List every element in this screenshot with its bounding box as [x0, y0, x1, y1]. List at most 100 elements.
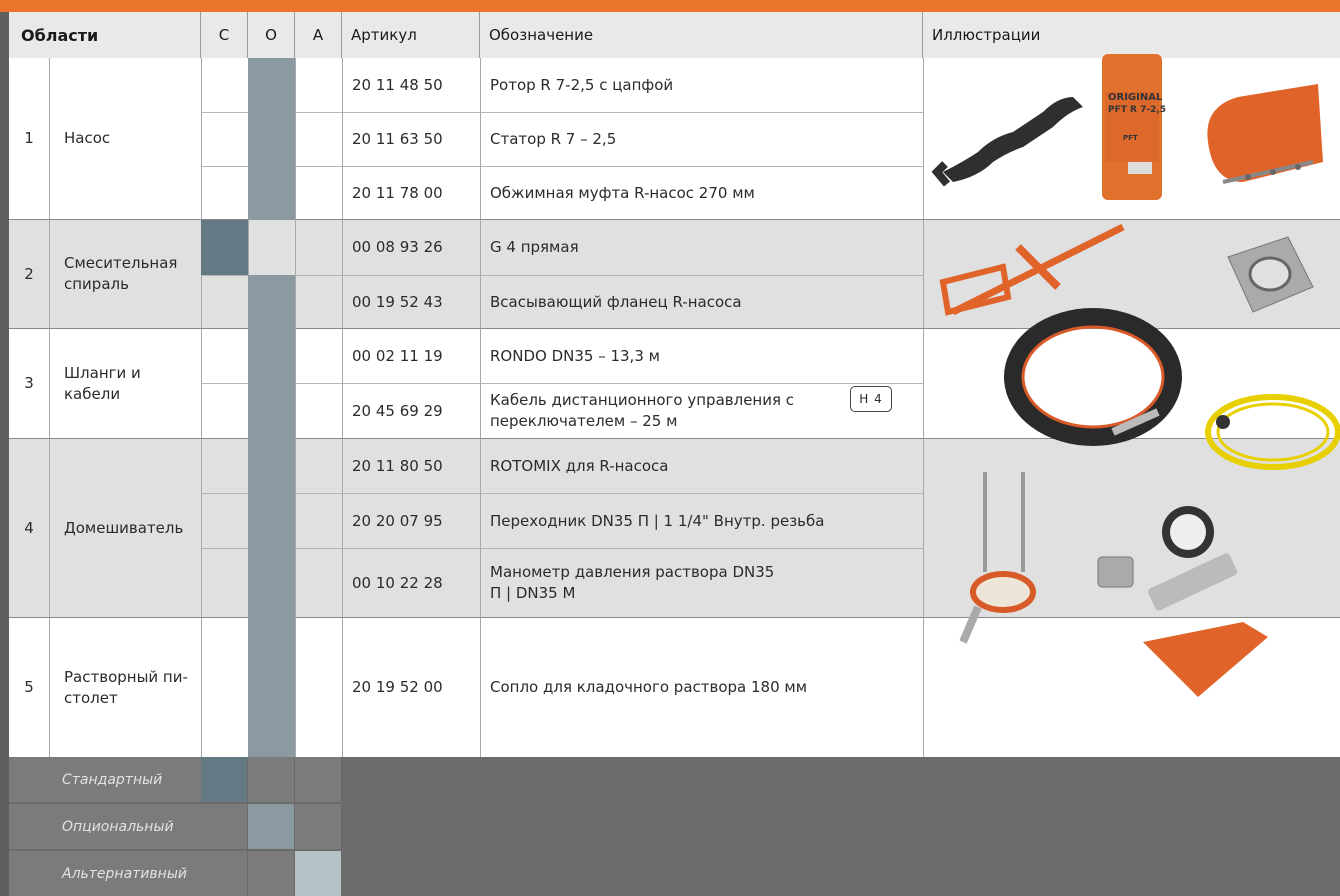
article-cell: 20 11 48 50: [342, 58, 480, 112]
article-cell: 00 19 52 43: [342, 275, 480, 329]
legend-empty-swatch: [295, 757, 342, 802]
legend-empty-swatch: [248, 851, 295, 896]
section-name-text: Смесительная спираль: [64, 254, 178, 293]
article-cell: 20 19 52 00: [342, 618, 480, 757]
header-a: А: [295, 12, 342, 58]
cell-o: [248, 220, 295, 275]
article-cell: 20 20 07 95: [342, 493, 480, 548]
section-number: 5: [9, 618, 49, 757]
cell-a: [295, 548, 342, 618]
clamp-sleeve-icon: [1207, 84, 1323, 184]
legend-alternative-label: Альтернативный: [9, 851, 201, 896]
article-cell: 00 08 93 26: [342, 220, 480, 275]
article-cell: 20 11 80 50: [342, 439, 480, 493]
stator-label-3: PFT: [1123, 134, 1138, 142]
cell-o: [248, 548, 295, 618]
cell-c: [201, 58, 248, 112]
designation-cell: Статор R 7 – 2,5: [480, 112, 923, 166]
section-number: 2: [9, 220, 49, 329]
article-cell: 00 10 22 28: [342, 548, 480, 618]
legend-empty-swatch: [248, 757, 295, 802]
cell-a: [295, 166, 342, 220]
header-o: О: [248, 12, 295, 58]
designation-cell: G 4 прямая: [480, 220, 923, 275]
section-name: Смесительная спираль: [49, 220, 201, 329]
legend-standard-swatch: [201, 757, 248, 802]
designation-text: Кабель дистанционного управления с перек…: [490, 391, 795, 430]
header-c: С: [201, 12, 248, 58]
legend-empty-swatch: [201, 851, 248, 896]
h4-badge: H 4: [850, 386, 892, 412]
section-name: Домешиватель: [49, 439, 201, 618]
stator-icon: ORIGINAL PFT R 7-2,5 PFT: [1102, 54, 1166, 200]
designation-cell: Всасывающий фланец R-насоса: [480, 275, 923, 329]
designation-cell: ROTOMIX для R-насоса: [480, 439, 923, 493]
section-name-text: Растворный пи-столет: [64, 667, 188, 707]
cell-o: [248, 439, 295, 493]
section-name: Насос: [49, 58, 201, 220]
cell-o: [248, 58, 295, 112]
suction-flange-icon: [1227, 236, 1314, 313]
designation-cell: Манометр давления раствора DN35 П | DN35…: [480, 548, 923, 618]
cell-o: [248, 112, 295, 166]
designation-cell: Сопло для кладочного раствора 180 мм: [480, 618, 923, 757]
cell-c: [201, 220, 248, 275]
mixing-spiral-icon: [939, 223, 1125, 316]
nozzle-icon: [1143, 622, 1268, 697]
cell-a: [295, 220, 342, 275]
legend-empty-swatch: [201, 804, 248, 849]
cable-icon: [1205, 394, 1340, 470]
cell-o: [248, 275, 295, 329]
stator-label-2: PFT R 7-2,5: [1108, 105, 1166, 115]
parts-table: Области С О А Артикул Обозначение Иллюст…: [9, 12, 1340, 757]
designation-cell: RONDO DN35 – 13,3 м: [480, 329, 923, 383]
legend-optional-swatch: [248, 804, 295, 849]
cell-c: [201, 618, 248, 757]
cell-c: [201, 548, 248, 618]
section-name: Шланги и кабели: [49, 329, 201, 439]
article-cell: 20 11 78 00: [342, 166, 480, 220]
cell-o: [248, 329, 295, 383]
article-cell: 20 45 69 29: [342, 383, 480, 439]
adapter-icon: [1097, 556, 1134, 588]
cell-o: [248, 618, 295, 757]
left-edge-stripe: [0, 12, 9, 896]
legend-empty-swatch: [295, 804, 342, 849]
header-designation: Обозначение: [480, 12, 923, 58]
designation-cell: Переходник DN35 П | 1 1/4" Внутр. резьба: [480, 493, 923, 548]
section-number: 4: [9, 439, 49, 618]
cell-a: [295, 493, 342, 548]
legend-optional-label: Опциональный: [9, 804, 201, 849]
cell-a: [295, 618, 342, 757]
cell-c: [201, 493, 248, 548]
cell-o: [248, 166, 295, 220]
legend-alternative-swatch: [295, 851, 342, 896]
section-number: 3: [9, 329, 49, 439]
cell-o: [248, 383, 295, 439]
header-areas-label: Области: [21, 25, 99, 45]
cell-c: [201, 383, 248, 439]
cell-c: [201, 329, 248, 383]
rotor-icon: [931, 97, 1083, 187]
header-areas: Области: [9, 12, 201, 58]
illustrations: ORIGINAL PFT R 7-2,5 PFT: [931, 54, 1340, 697]
hose-icon: [1004, 308, 1182, 446]
designation-text: Манометр давления раствора DN35 П | DN35…: [490, 563, 775, 602]
cell-o: [248, 493, 295, 548]
section-number: 1: [9, 58, 49, 220]
cell-c: [201, 166, 248, 220]
cell-a: [295, 439, 342, 493]
cell-a: [295, 275, 342, 329]
accent-top-bar: [0, 0, 1340, 12]
cell-c: [201, 275, 248, 329]
stator-label-1: ORIGINAL: [1108, 92, 1163, 103]
cell-a: [295, 329, 342, 383]
cell-a: [295, 383, 342, 439]
manometer-icon: [1147, 506, 1238, 611]
section-name-text: Шланги и кабели: [64, 363, 141, 403]
section-name: Растворный пи-столет: [49, 618, 201, 757]
designation-cell: Ротор R 7-2,5 с цапфой: [480, 58, 923, 112]
article-cell: 00 02 11 19: [342, 329, 480, 383]
header-article: Артикул: [342, 12, 480, 58]
cell-a: [295, 58, 342, 112]
